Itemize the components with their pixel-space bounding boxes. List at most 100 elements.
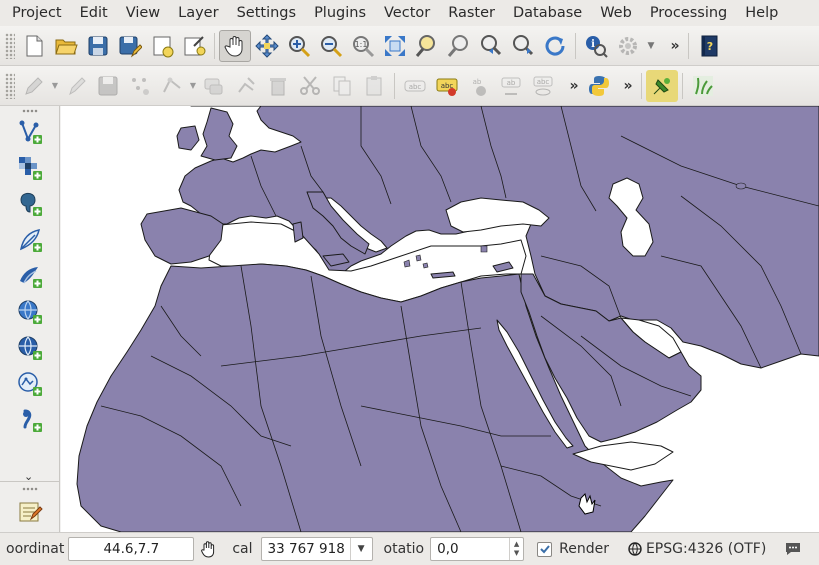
scale-value: 33 767 918	[267, 541, 345, 557]
menu-help[interactable]: Help	[736, 0, 787, 26]
chevron-down-icon[interactable]: ▼	[349, 538, 372, 560]
move-feature-icon[interactable]	[198, 70, 230, 102]
crs-status-button[interactable]: EPSG:4326 (OTF)	[628, 541, 766, 557]
menu-raster[interactable]: Raster	[439, 0, 504, 26]
save-as-icon[interactable]	[114, 30, 146, 62]
dropdown-arrow-icon[interactable]: ▼	[188, 81, 198, 90]
toolbar-overflow-button[interactable]: »	[565, 78, 583, 94]
plugin-green-icon[interactable]	[646, 69, 678, 102]
svg-text:abc: abc	[409, 83, 422, 91]
add-mssql-layer-icon[interactable]	[14, 260, 46, 292]
sardinia	[292, 221, 304, 243]
node-tool2-icon[interactable]	[230, 70, 262, 102]
toolbar-separator	[641, 72, 642, 99]
crs-label: EPSG:4326 (OTF)	[645, 541, 767, 557]
toolbar-separator	[214, 32, 215, 59]
add-postgis-layer-icon[interactable]	[14, 188, 46, 220]
zoom-out-icon[interactable]	[315, 30, 347, 62]
panel-divider	[0, 481, 60, 482]
toolbar-grip[interactable]	[5, 72, 15, 99]
land-layer	[76, 106, 819, 532]
toolbar-grip[interactable]	[0, 484, 60, 494]
scale-combobox[interactable]: 33 767 918 ▼	[260, 537, 373, 561]
toolbar-separator	[688, 32, 689, 59]
label-show-icon[interactable]: abc	[527, 70, 559, 102]
paste-icon[interactable]	[358, 70, 390, 102]
zoom-to-selection-icon[interactable]	[411, 30, 443, 62]
toolbar-overflow-button[interactable]: »	[666, 38, 684, 54]
menu-vector[interactable]: Vector	[375, 0, 439, 26]
edits-pencil-icon[interactable]	[18, 70, 50, 102]
label-abc-icon[interactable]: abc	[399, 70, 431, 102]
python-icon[interactable]	[583, 70, 615, 102]
add-delimited-text-icon[interactable]	[14, 404, 46, 436]
coordinate-field[interactable]: 44.6,7.7	[68, 537, 195, 561]
toggle-extents-icon[interactable]	[198, 538, 220, 560]
plugin-grass-icon[interactable]	[687, 70, 719, 102]
coordinate-label: oordinat	[6, 541, 65, 557]
menu-plugins[interactable]: Plugins	[305, 0, 375, 26]
menu-processing[interactable]: Processing	[641, 0, 736, 26]
cut-icon[interactable]	[294, 70, 326, 102]
label-pin-icon[interactable]: abc	[431, 70, 463, 102]
messages-icon[interactable]	[784, 541, 802, 557]
node-tool-icon[interactable]	[156, 70, 188, 102]
refresh-icon[interactable]	[539, 30, 571, 62]
delete-icon[interactable]	[262, 70, 294, 102]
map-svg[interactable]	[61, 106, 819, 532]
globe-icon	[628, 542, 642, 556]
dropdown-arrow-icon[interactable]: ▼	[644, 41, 658, 51]
new-project-icon[interactable]	[18, 30, 50, 62]
toolbar-overflow-button-2[interactable]: »	[619, 78, 637, 94]
zoom-next-icon[interactable]	[507, 30, 539, 62]
open-folder-icon[interactable]	[50, 30, 82, 62]
settings-gear-icon[interactable]	[612, 30, 644, 62]
copy-icon[interactable]	[326, 70, 358, 102]
toolbar-separator	[394, 72, 395, 99]
render-label: Render	[559, 541, 609, 557]
menu-project[interactable]: Project	[0, 0, 71, 26]
spin-arrows-icon[interactable]: ▲ ▼	[509, 538, 523, 560]
toggle-editing-icon[interactable]	[60, 70, 92, 102]
label-rotate-icon[interactable]: ab	[495, 70, 527, 102]
new-shapefile-icon[interactable]	[14, 496, 46, 528]
rotation-spinbox[interactable]: 0,0 ▲ ▼	[430, 537, 525, 561]
great-britain	[200, 107, 238, 161]
new-print-composer-icon[interactable]	[146, 30, 178, 62]
zoom-actual-size-icon[interactable]: 1:1	[347, 30, 379, 62]
menu-database[interactable]: Database	[504, 0, 591, 26]
zoom-full-icon[interactable]	[379, 30, 411, 62]
add-spatialite-layer-icon[interactable]	[14, 224, 46, 256]
zoom-last-icon[interactable]	[475, 30, 507, 62]
label-move-icon[interactable]: ab	[463, 70, 495, 102]
menu-view[interactable]: View	[117, 0, 169, 26]
zoom-to-layer-icon[interactable]	[443, 30, 475, 62]
save-icon[interactable]	[82, 30, 114, 62]
add-wms-layer-icon[interactable]	[14, 296, 46, 328]
menu-settings[interactable]: Settings	[228, 0, 305, 26]
toolbar-grip[interactable]	[5, 32, 15, 59]
status-bar: oordinat 44.6,7.7 cal 33 767 918 ▼ otati…	[0, 532, 819, 565]
zoom-in-icon[interactable]	[283, 30, 315, 62]
add-wfs-layer-icon[interactable]	[14, 368, 46, 400]
dropdown-arrow-icon[interactable]: ▼	[50, 81, 60, 90]
help-book-icon[interactable]: ?	[693, 30, 725, 62]
composer-manager-icon[interactable]	[178, 30, 210, 62]
menu-layer[interactable]: Layer	[169, 0, 227, 26]
save-edits-icon[interactable]	[92, 70, 124, 102]
render-checkbox[interactable]	[537, 541, 553, 557]
toolbar-separator	[682, 72, 683, 99]
add-wcs-layer-icon[interactable]	[14, 332, 46, 364]
pan-hand-icon[interactable]	[219, 29, 251, 62]
add-raster-layer-icon[interactable]	[14, 152, 46, 184]
map-canvas[interactable]	[61, 106, 819, 532]
rotation-label: otatio	[383, 541, 425, 557]
pan-to-selection-icon[interactable]	[251, 30, 283, 62]
add-feature-icon[interactable]	[124, 70, 156, 102]
menu-edit[interactable]: Edit	[71, 0, 117, 26]
svg-text:abc: abc	[537, 78, 550, 86]
menu-web[interactable]: Web	[591, 0, 641, 26]
toolbar-grip[interactable]	[0, 106, 60, 116]
identify-icon[interactable]: i	[580, 30, 612, 62]
add-vector-layer-icon[interactable]	[14, 116, 46, 148]
